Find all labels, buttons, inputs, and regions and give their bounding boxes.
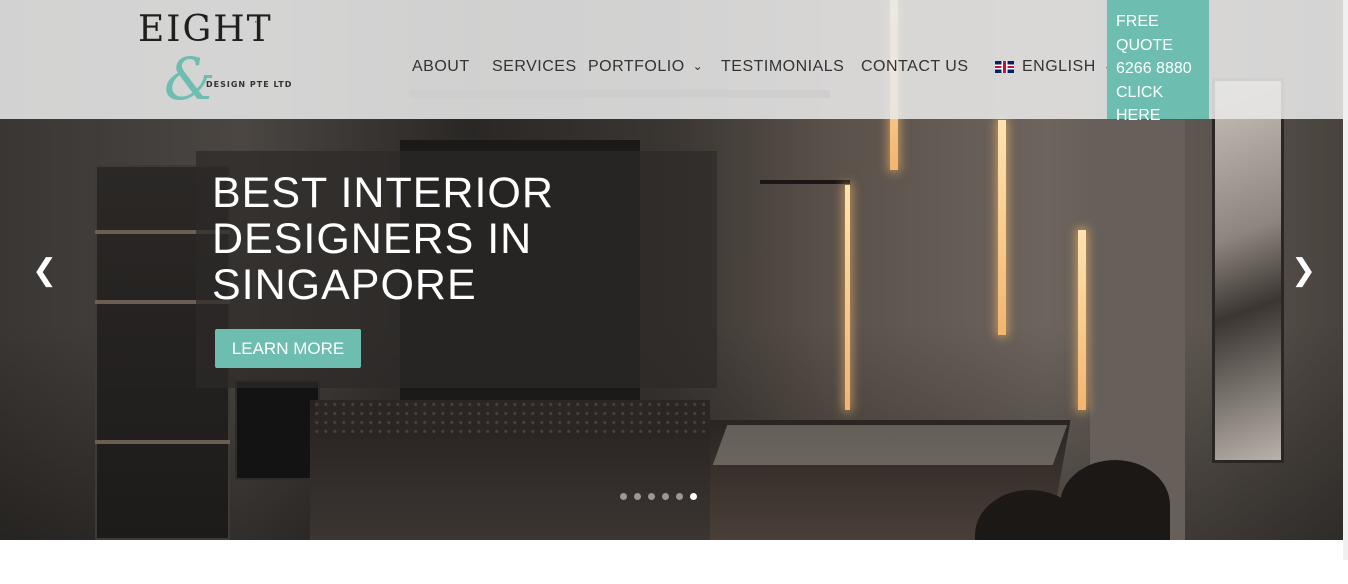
nav-label: PORTFOLIO	[588, 58, 685, 75]
nav-portfolio[interactable]: PORTFOLIO ⌄	[588, 58, 703, 76]
quote-line: QUOTE	[1116, 36, 1173, 54]
uk-flag-icon	[995, 61, 1014, 73]
logo-wordmark: EIGHT	[138, 9, 273, 50]
nav-label: TESTIMONIALS	[721, 58, 845, 75]
bar-stool	[1060, 460, 1170, 540]
chevron-down-icon: ⌄	[692, 59, 704, 73]
bar-top	[712, 425, 1068, 465]
wall-art	[1212, 78, 1284, 463]
chevron-left-icon[interactable]: ❮	[32, 256, 57, 286]
hero-title-line: DESIGNERS IN	[212, 215, 533, 263]
oven	[235, 380, 320, 480]
nav-label: CONTACT US	[861, 58, 969, 75]
scrollbar[interactable]	[1343, 0, 1348, 560]
logo-tagline: DESIGN PTE LTD	[206, 80, 293, 89]
free-quote-button[interactable]: FREE QUOTE 6266 8880 CLICK HERE	[1107, 0, 1209, 124]
hero-title-line: SINGAPORE	[212, 261, 477, 309]
slider-dot[interactable]	[662, 493, 669, 500]
slider-pagination	[620, 493, 697, 500]
light-strip	[1078, 230, 1086, 410]
nav-testimonials[interactable]: TESTIMONIALS	[721, 58, 844, 76]
slider-dot[interactable]	[634, 493, 641, 500]
nav-label: ABOUT	[412, 58, 470, 75]
learn-more-button[interactable]: LEARN MORE	[215, 329, 361, 368]
slider-dot[interactable]	[676, 493, 683, 500]
hero-title: BEST INTERIOR DESIGNERS IN SINGAPORE	[212, 170, 632, 308]
slider-dot[interactable]	[648, 493, 655, 500]
slider-dot-active[interactable]	[690, 493, 697, 500]
quote-line: CLICK HERE	[1116, 83, 1164, 125]
island-top	[315, 400, 710, 438]
chevron-right-icon[interactable]: ❯	[1291, 256, 1316, 286]
hero-title-line: BEST INTERIOR	[212, 169, 554, 217]
nav-contact-us[interactable]: CONTACT US	[861, 58, 969, 76]
logo-ampersand: &	[164, 45, 216, 113]
logo-trademark: ™	[254, 20, 261, 28]
nav-about[interactable]: ABOUT	[412, 58, 470, 76]
site-logo[interactable]: EIGHT ™ & DESIGN PTE LTD	[136, 9, 296, 113]
light-strip	[998, 120, 1006, 335]
quote-line: FREE	[1116, 13, 1159, 30]
nav-label: SERVICES	[492, 58, 577, 75]
cabinet-shelf	[95, 440, 230, 444]
nav-services[interactable]: SERVICES	[492, 58, 577, 76]
slider-dot[interactable]	[620, 493, 627, 500]
quote-phone: 6266 8880	[1116, 60, 1192, 77]
range-hood	[760, 180, 850, 184]
language-switcher[interactable]: ENGLISH⌄	[1022, 58, 1114, 76]
language-label: ENGLISH	[1022, 58, 1096, 75]
light-strip	[845, 185, 850, 410]
